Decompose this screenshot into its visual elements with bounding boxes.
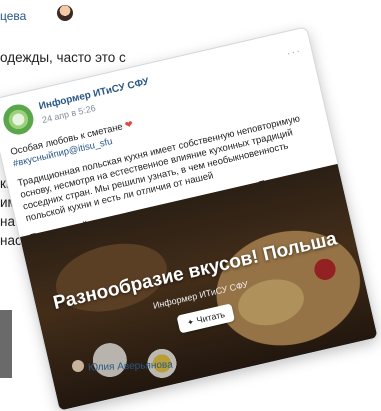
background-author-name[interactable]: цева bbox=[0, 9, 26, 23]
background-image-edge bbox=[0, 310, 12, 378]
commenter-avatar[interactable] bbox=[72, 360, 84, 372]
heart-icon: ❤ bbox=[123, 118, 135, 132]
background-text-line: одежды, часто это с bbox=[0, 50, 126, 65]
more-horizontal-icon[interactable]: ··· bbox=[285, 43, 303, 60]
read-button-label: Читать bbox=[195, 309, 226, 326]
article-icon: ✦ bbox=[186, 317, 195, 328]
source-avatar[interactable] bbox=[0, 101, 37, 138]
author-emoji-icon bbox=[57, 5, 73, 21]
